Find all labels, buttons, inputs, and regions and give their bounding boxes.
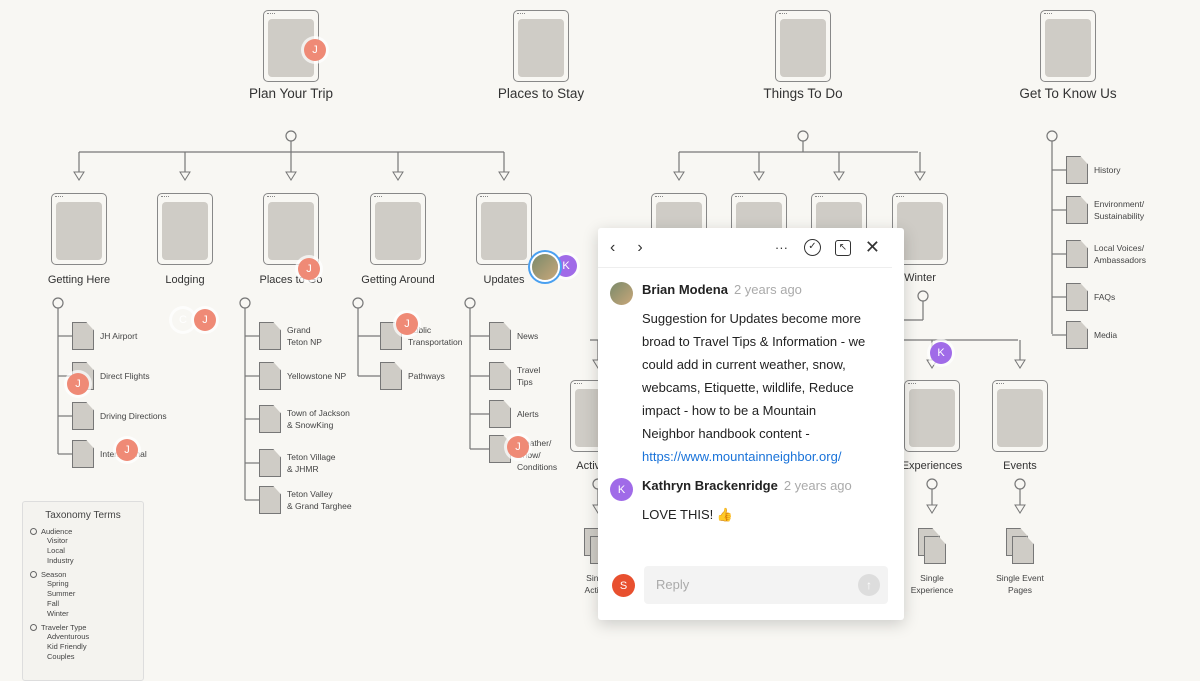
page-label: Single Event Pages [996, 573, 1044, 595]
avatar-j[interactable]: J [116, 439, 138, 461]
top-2-label: Things To Do [763, 86, 843, 101]
comment-popup: ‹ › ··· ✓ ↖ ✕ Brian Modena 2 years ago Su… [598, 228, 904, 620]
page-label: Teton Village & JHMR [287, 452, 336, 474]
taxonomy-group[interactable]: Season [30, 570, 143, 579]
things-sub-2-page[interactable] [992, 380, 1048, 452]
next-comment-button[interactable]: › [637, 239, 642, 257]
page-label: FAQs [1094, 292, 1116, 302]
comment-text: Suggestion for Updates become more broad… [642, 311, 866, 441]
avatar-c[interactable]: C [172, 309, 194, 331]
radio-icon[interactable] [30, 571, 37, 578]
open-external-icon[interactable]: ↖ [834, 239, 851, 256]
page-label: History [1094, 165, 1121, 175]
things-sub-2-label: Events [1003, 460, 1037, 472]
taxonomy-group-name: Audience [41, 527, 73, 536]
page-label: Grand Teton NP [287, 325, 322, 347]
avatar: K [610, 478, 633, 501]
plan-3-page[interactable] [370, 193, 426, 265]
plan-3-label: Getting Around [361, 274, 435, 286]
taxonomy-group-name: Season [41, 570, 67, 579]
page-label: Media [1094, 330, 1118, 340]
avatar-j[interactable]: J [304, 39, 326, 61]
page-label: Driving Directions [100, 411, 167, 421]
comment-text: LOVE THIS! 👍 [642, 507, 734, 522]
taxonomy-group[interactable]: Audience [30, 527, 143, 536]
page-label: Single Experience [910, 573, 954, 595]
page-label: JH Airport [100, 331, 138, 341]
top-1-label: Places to Stay [497, 86, 585, 101]
taxonomy-group[interactable]: Traveler Type [30, 623, 143, 632]
radio-icon[interactable] [30, 624, 37, 631]
page-label: Pathways [408, 371, 445, 381]
plan-4-page[interactable] [476, 193, 532, 265]
plan-1-page[interactable] [157, 193, 213, 265]
avatar [610, 282, 633, 305]
page-label: Teton Valley & Grand Targhee [287, 489, 352, 511]
page-label: Local Voices/ Ambassadors [1094, 243, 1146, 265]
plan-1-label: Lodging [165, 274, 205, 286]
comment-author: Kathryn Brackenridge [642, 478, 778, 493]
taxonomy-term: Industry [47, 556, 74, 565]
top-3-page[interactable] [1040, 10, 1096, 82]
taxonomy-term: Adventurous [47, 632, 90, 641]
more-options-icon[interactable]: ··· [775, 240, 788, 255]
taxonomy-term: Fall [47, 599, 60, 608]
avatar-group [532, 254, 558, 280]
taxonomy-title: Taxonomy Terms [45, 510, 121, 521]
top-3-label: Get To Know Us [1019, 86, 1117, 101]
taxonomy-term: Kid Friendly [47, 642, 87, 651]
taxonomy-term: Summer [47, 589, 76, 598]
plan-2-label: Places to Go [259, 274, 323, 286]
taxonomy-term: Spring [47, 579, 69, 588]
comment: Brian Modena 2 years ago Suggestion for U… [598, 282, 904, 468]
top-0-label: Plan Your Trip [248, 86, 334, 101]
top-1-page[interactable] [513, 10, 569, 82]
comment-author: Brian Modena [642, 282, 728, 297]
avatar-j[interactable]: J [298, 258, 320, 280]
reply-placeholder: Reply [656, 577, 690, 592]
radio-icon[interactable] [30, 528, 37, 535]
page-label: News [517, 331, 539, 341]
taxonomy-term: Visitor [47, 536, 68, 545]
plan-0-page[interactable] [51, 193, 107, 265]
page-label: Yellowstone NP [287, 371, 347, 381]
page-label: Travel Tips [517, 365, 541, 387]
avatar-k[interactable]: K [555, 255, 577, 277]
taxonomy-group-name: Traveler Type [41, 623, 87, 632]
plan-0-label: Getting Here [47, 274, 111, 286]
current-user-avatar: S [612, 574, 635, 597]
taxonomy-term: Local [47, 546, 65, 555]
comment-link[interactable]: https://www.mountainneighbor.org/ [642, 449, 841, 464]
page-label: Direct Flights [100, 371, 150, 381]
resolve-check-icon[interactable]: ✓ [803, 239, 821, 256]
things-sub-1-page[interactable] [904, 380, 960, 452]
avatar-k[interactable]: K [930, 342, 952, 364]
taxonomy-term: Winter [47, 609, 69, 618]
comment: K Kathryn Brackenridge 2 years ago LOVE T… [598, 478, 904, 526]
avatar-j[interactable]: J [194, 309, 216, 331]
top-2-page[interactable] [775, 10, 831, 82]
comment-time: 2 years ago [733, 282, 802, 297]
avatar-j[interactable]: J [507, 436, 529, 458]
avatar-j[interactable]: J [396, 313, 418, 335]
page-label: Town of Jackson & SnowKing [287, 408, 350, 430]
avatar-j[interactable]: J [67, 373, 89, 395]
reply-input[interactable]: Reply ↑ [644, 566, 888, 604]
prev-comment-button[interactable]: ‹ [610, 239, 615, 257]
comment-time: 2 years ago [783, 478, 852, 493]
page-label: Environment/ Sustainability [1094, 199, 1145, 221]
send-icon[interactable]: ↑ [858, 574, 880, 596]
page-label: Alerts [517, 409, 539, 419]
taxonomy-panel: Taxonomy Terms Audience Visitor Local Indus… [22, 501, 144, 681]
plan-2-page[interactable] [263, 193, 319, 265]
taxonomy-term: Couples [47, 652, 75, 661]
close-icon[interactable]: ✕ [865, 237, 880, 258]
